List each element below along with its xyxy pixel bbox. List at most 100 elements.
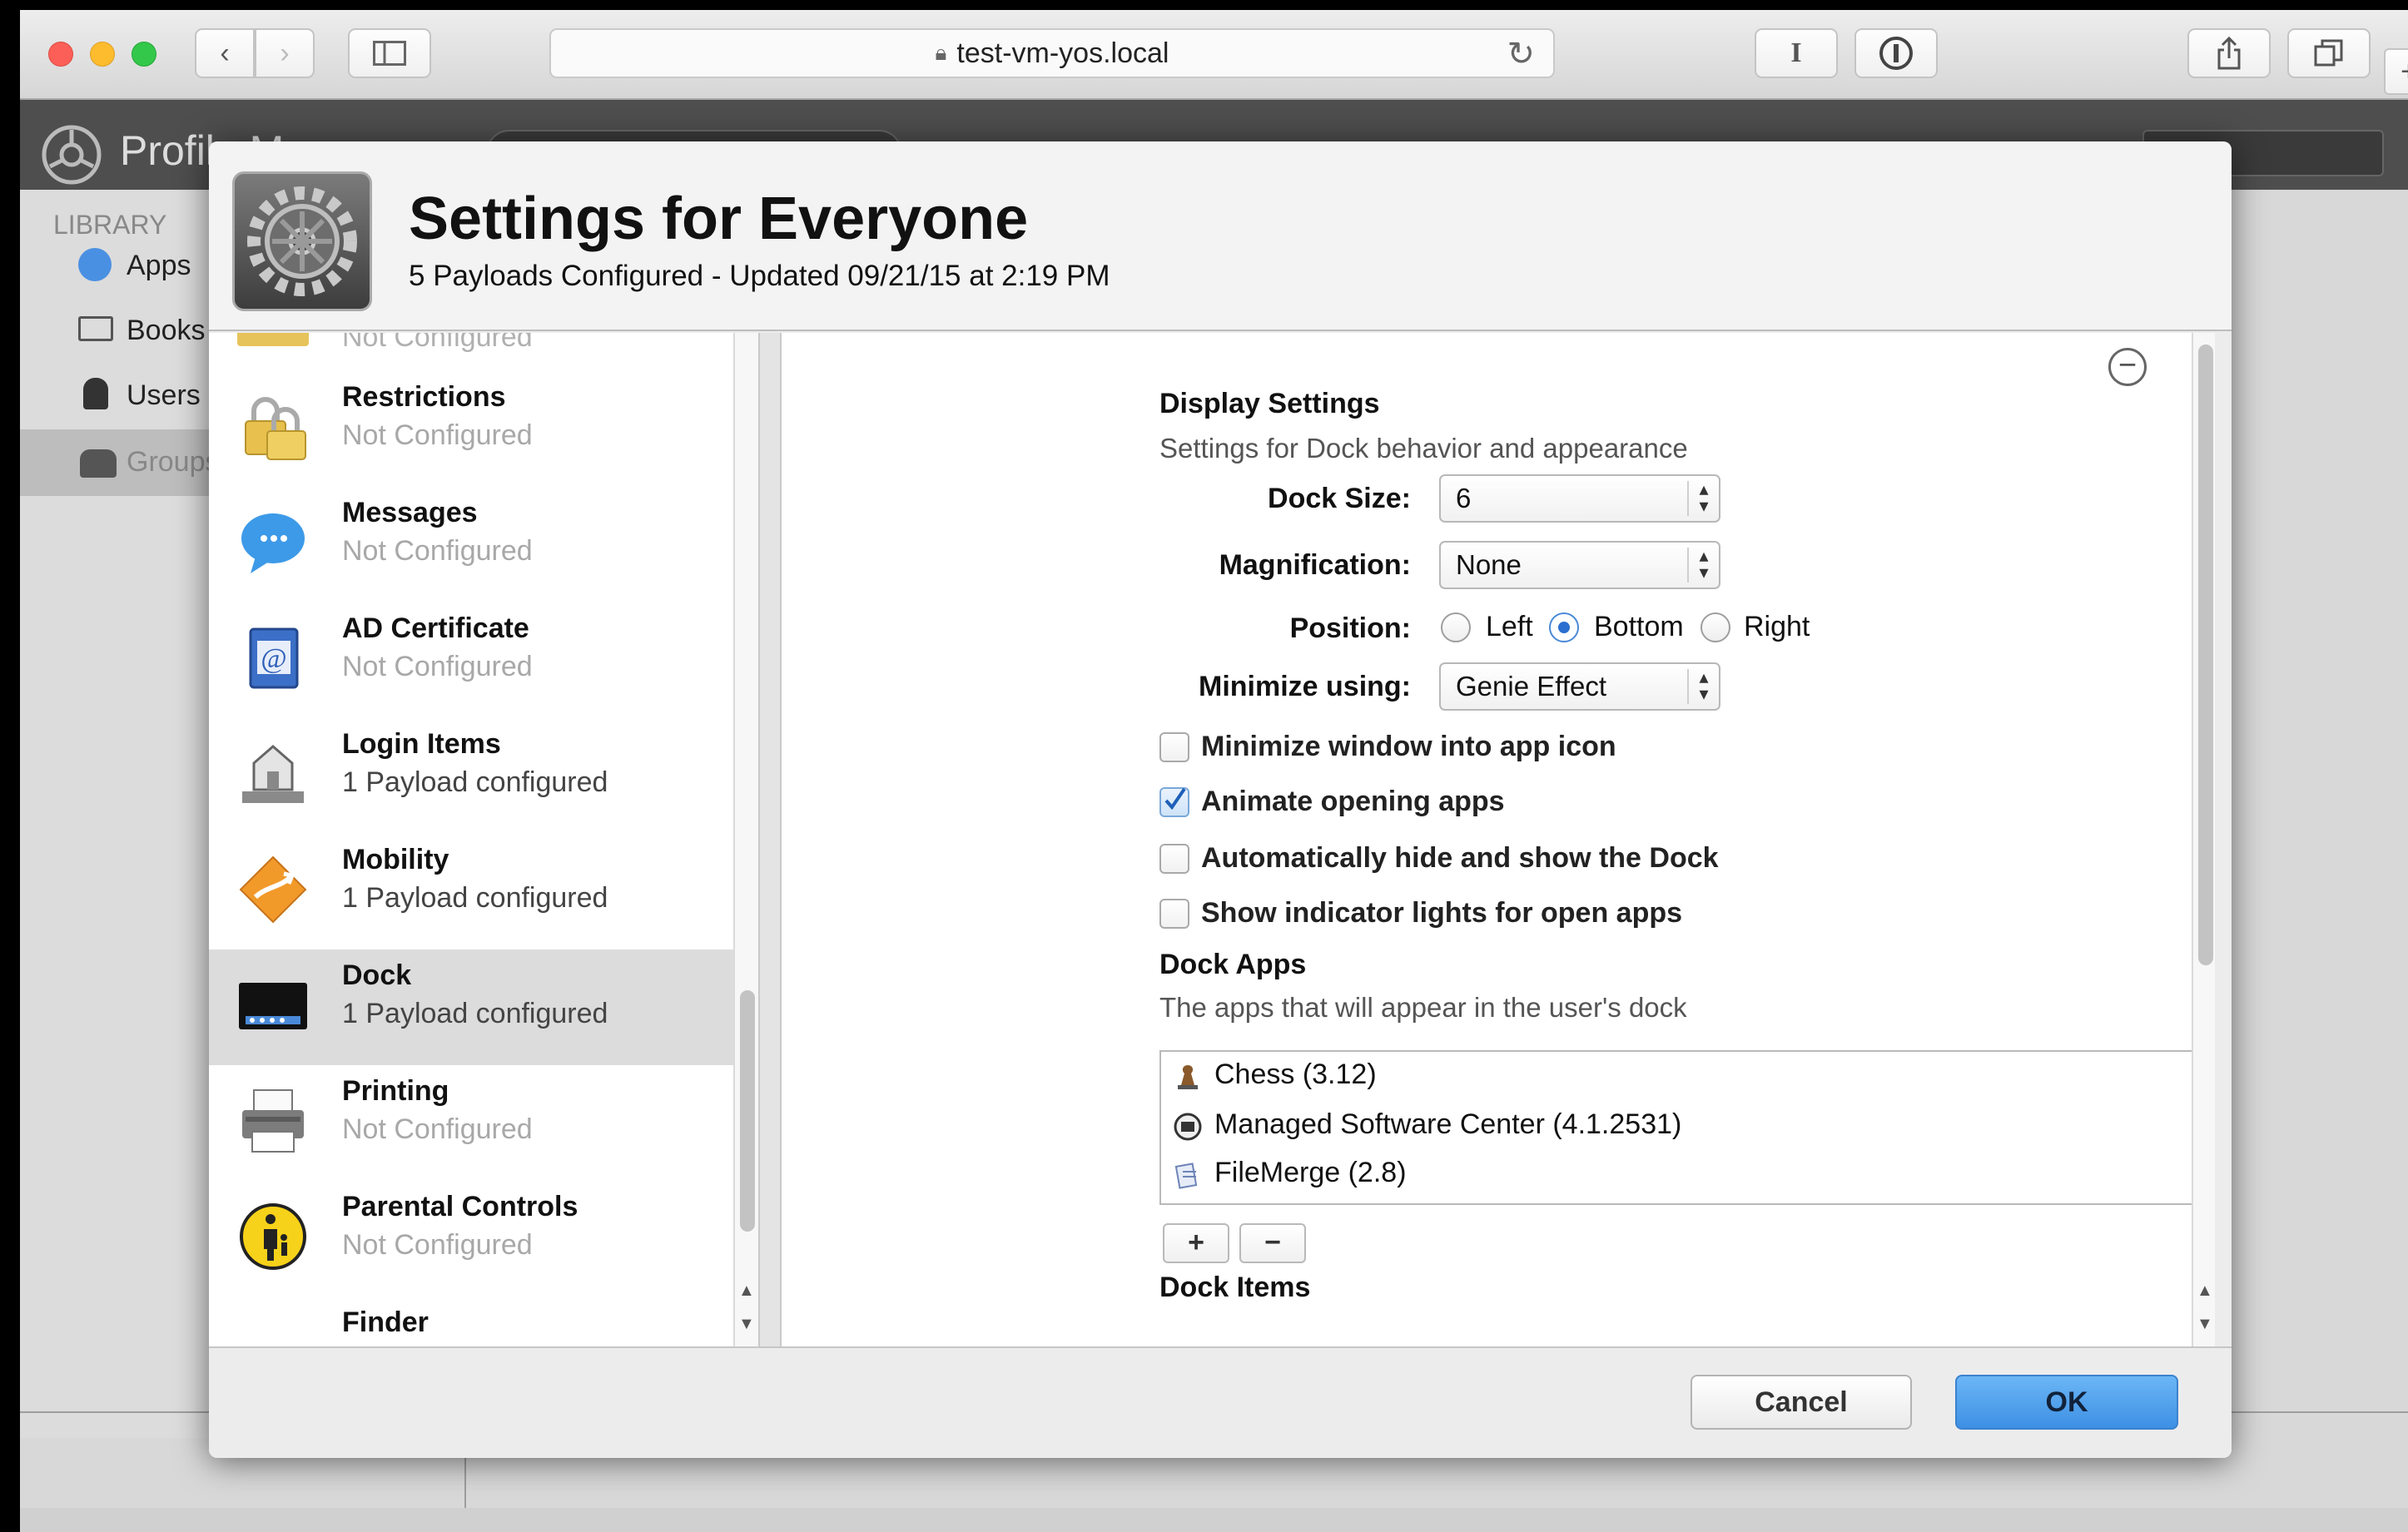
minus-circle-icon: − (2118, 348, 2137, 383)
position-bottom-label: Bottom (1594, 611, 1684, 642)
settings-pane-scrollbar[interactable]: ▲ ▼ (2192, 333, 2215, 1346)
forward-button[interactable]: › (255, 28, 315, 78)
printer-icon (242, 1089, 304, 1153)
share-button[interactable] (2187, 28, 2271, 78)
library-item-users[interactable]: Users (127, 379, 201, 412)
dock-app-item[interactable]: Chess (3.12) (1214, 1059, 1377, 1091)
apps-icon (78, 248, 112, 281)
position-left-radio[interactable] (1441, 612, 1471, 642)
auto-hide-dock-label: Automatically hide and show the Dock (1201, 842, 1719, 874)
settings-dialog: Settings for Everyone 5 Payloads Configu… (209, 141, 2232, 1458)
library-item-groups[interactable]: Groups (127, 446, 220, 478)
payload-item-finder[interactable]: Finder (209, 1296, 742, 1346)
dock-size-value: 6 (1456, 483, 1472, 513)
magnification-select[interactable]: None ▴ ▾ (1439, 541, 1720, 589)
minimize-window-button[interactable] (90, 42, 115, 67)
ok-button[interactable]: OK (1955, 1375, 2178, 1430)
payload-item-ad-certificate[interactable]: @ AD Certificate Not Configured (209, 602, 742, 718)
messages-icon (241, 513, 305, 573)
payload-name: Messages (342, 497, 478, 528)
scroll-down-arrow-icon[interactable]: ▼ (2197, 1315, 2213, 1334)
browser-window: ‹ › 🔒︎ test-vm-yos.local ↻ I + Profile M… (20, 10, 2408, 1532)
library-item-apps[interactable]: Apps (127, 250, 191, 282)
sidebar-toggle-button[interactable] (348, 28, 431, 78)
minimize-into-app-icon-checkbox[interactable] (1159, 732, 1189, 762)
chevron-left-icon: ‹ (220, 37, 230, 69)
password-manager-icon (1879, 37, 1913, 70)
scroll-up-arrow-icon[interactable]: ▲ (738, 1282, 755, 1301)
login-items-icon (242, 745, 304, 803)
position-right-radio[interactable] (1700, 612, 1730, 642)
split-divider[interactable] (758, 333, 782, 1346)
payload-status: Not Configured (342, 1229, 533, 1261)
users-icon (83, 378, 108, 409)
dock-settings-pane: − Display Settings Settings for Dock beh… (782, 333, 2215, 1346)
remove-dock-app-button[interactable]: − (1239, 1223, 1306, 1263)
address-bar[interactable]: 🔒︎ test-vm-yos.local ↻ (549, 28, 1555, 78)
indicator-lights-checkbox[interactable] (1159, 899, 1189, 929)
scroll-up-arrow-icon[interactable]: ▲ (2197, 1282, 2213, 1301)
password-extension-button[interactable] (1854, 28, 1938, 78)
url-text: test-vm-yos.local (956, 37, 1169, 69)
dock-size-label: Dock Size: (1268, 483, 1411, 514)
groups-icon (80, 449, 117, 478)
dock-size-select[interactable]: 6 ▴ ▾ (1439, 474, 1720, 523)
dock-apps-description: The apps that will appear in the user's … (1159, 992, 1687, 1023)
payload-item-mobility[interactable]: Mobility 1 Payload configured (209, 834, 742, 949)
books-icon (78, 316, 113, 341)
sidebar-icon (373, 41, 406, 66)
zoom-window-button[interactable] (132, 42, 156, 67)
payload-item-dock[interactable]: Dock 1 Payload configured (209, 949, 742, 1065)
add-dock-app-button[interactable]: + (1163, 1223, 1229, 1263)
position-right-label: Right (1744, 611, 1810, 642)
chevron-right-icon: › (280, 37, 290, 69)
parental-controls-icon (240, 1203, 306, 1270)
payload-status: 1 Payload configured (342, 998, 608, 1029)
payload-item-printing[interactable]: Printing Not Configured (209, 1065, 742, 1181)
system-preferences-icon (232, 171, 372, 311)
dock-app-item[interactable]: FileMerge (2.8) (1214, 1157, 1407, 1189)
back-button[interactable]: ‹ (195, 28, 255, 78)
finder-icon (237, 1316, 309, 1346)
payload-list-scrollbar[interactable]: ▲ ▼ (733, 333, 758, 1346)
minimize-into-app-icon-label: Minimize window into app icon (1201, 731, 1616, 762)
payload-status: 1 Payload configured (342, 766, 608, 798)
payload-list: Not Configured Restrictions Not Configur… (209, 333, 758, 1346)
cancel-button[interactable]: Cancel (1691, 1375, 1912, 1430)
lock-icon (245, 397, 306, 460)
payload-status: Not Configured (342, 419, 533, 451)
filemerge-icon (1174, 1163, 1198, 1189)
payload-item-parental-controls[interactable]: Parental Controls Not Configured (209, 1181, 742, 1296)
close-window-button[interactable] (48, 42, 73, 67)
remove-payload-button[interactable]: − (2108, 348, 2147, 386)
minimize-using-select[interactable]: Genie Effect ▴ ▾ (1439, 662, 1720, 711)
payload-item-messages[interactable]: Messages Not Configured (209, 487, 742, 602)
scrollbar-thumb[interactable] (740, 990, 755, 1232)
library-heading: LIBRARY (53, 210, 167, 240)
new-tab-button[interactable]: + (2384, 48, 2408, 95)
position-bottom-radio[interactable] (1549, 612, 1579, 642)
updown-arrows-icon: ▴ ▾ (1687, 480, 1719, 516)
auto-hide-dock-checkbox[interactable] (1159, 844, 1189, 874)
minimize-using-value: Genie Effect (1456, 671, 1607, 702)
dock-apps-list[interactable]: Chess (3.12) Managed Software Center (4.… (1159, 1050, 2215, 1205)
browser-status-strip (20, 1508, 2408, 1532)
payload-status: Not Configured (342, 1113, 533, 1145)
library-item-books[interactable]: Books (127, 315, 206, 347)
payload-name: Restrictions (342, 381, 506, 413)
dock-app-item[interactable]: Managed Software Center (4.1.2531) (1214, 1108, 1681, 1141)
animate-opening-apps-checkbox[interactable] (1159, 787, 1189, 817)
display-settings-title: Display Settings (1159, 388, 1380, 419)
animate-opening-apps-label: Animate opening apps (1201, 786, 1505, 817)
plus-icon: + (2401, 56, 2408, 88)
text-extension-button[interactable]: I (1755, 28, 1838, 78)
scroll-down-arrow-icon[interactable]: ▼ (738, 1315, 755, 1334)
scrollbar-thumb[interactable] (2198, 345, 2213, 965)
tabs-overview-button[interactable] (2287, 28, 2371, 78)
updown-arrows-icon: ▴ ▾ (1687, 547, 1719, 583)
payload-status: Not Configured (342, 651, 533, 682)
payload-item-login-items[interactable]: Login Items 1 Payload configured (209, 718, 742, 834)
reload-icon[interactable]: ↻ (1507, 35, 1535, 73)
payload-item-restrictions[interactable]: Restrictions Not Configured (209, 371, 742, 487)
magnification-label: Magnification: (1219, 549, 1411, 581)
